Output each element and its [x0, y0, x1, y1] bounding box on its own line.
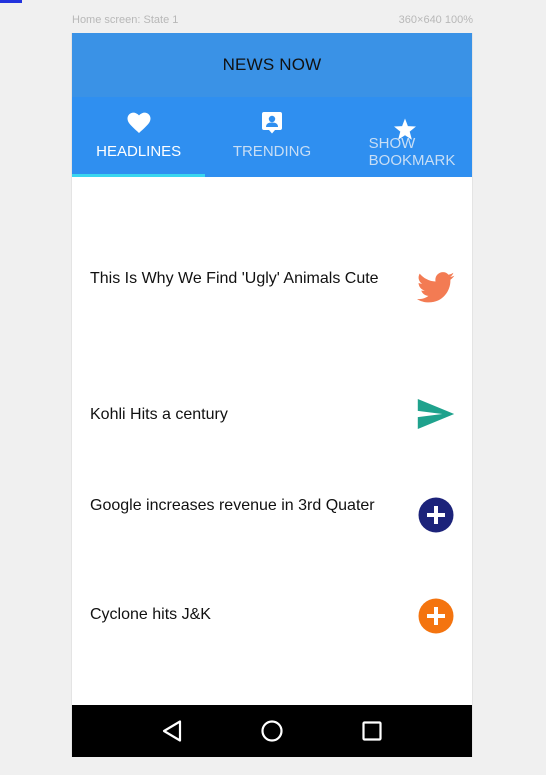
phone-screen: NEWS NOW HEADLINES TRENDING SHOW BOOKMAR…: [71, 33, 473, 757]
back-icon[interactable]: [152, 711, 192, 751]
tab-headlines-label: HEADLINES: [96, 143, 182, 160]
screen-label: Home screen: State 1: [72, 14, 179, 26]
tab-trending-label: TRENDING: [232, 143, 312, 160]
list-item[interactable]: Google increases revenue in 3rd Quater: [72, 496, 472, 556]
recents-icon[interactable]: [352, 711, 392, 751]
news-title: Google increases revenue in 3rd Quater: [90, 497, 375, 514]
heart-icon: [127, 111, 151, 135]
send-icon[interactable]: [417, 395, 455, 433]
tab-bar: HEADLINES TRENDING SHOW BOOKMARK: [72, 97, 472, 177]
home-icon[interactable]: [252, 711, 292, 751]
tab-trending[interactable]: TRENDING: [205, 97, 338, 177]
screen-size-zoom: 360×640 100%: [398, 14, 473, 26]
system-nav-bar: [72, 705, 472, 757]
list-item[interactable]: Kohli Hits a century: [72, 398, 472, 461]
top-accent-bar: [0, 0, 22, 3]
news-title: Kohli Hits a century: [90, 406, 228, 423]
app-title: NEWS NOW: [222, 55, 322, 74]
news-title: Cyclone hits J&K: [90, 606, 211, 623]
person-badge-icon: [260, 111, 284, 135]
twitter-bird-icon[interactable]: [417, 269, 455, 307]
add-circle-icon[interactable]: [417, 496, 455, 534]
tab-show-bookmark-label: SHOW BOOKMARK: [368, 135, 456, 169]
headline-list: This Is Why We Find 'Ugly' Animals Cute …: [72, 177, 472, 705]
news-title: This Is Why We Find 'Ugly' Animals Cute: [90, 270, 379, 287]
tab-headlines[interactable]: HEADLINES: [72, 97, 206, 177]
list-item[interactable]: This Is Why We Find 'Ugly' Animals Cute: [72, 269, 472, 329]
tab-show-bookmark[interactable]: SHOW BOOKMARK: [339, 97, 472, 177]
list-item[interactable]: Cyclone hits J&K: [72, 598, 472, 665]
add-circle-icon[interactable]: [417, 597, 455, 635]
app-bar: NEWS NOW: [72, 33, 472, 97]
